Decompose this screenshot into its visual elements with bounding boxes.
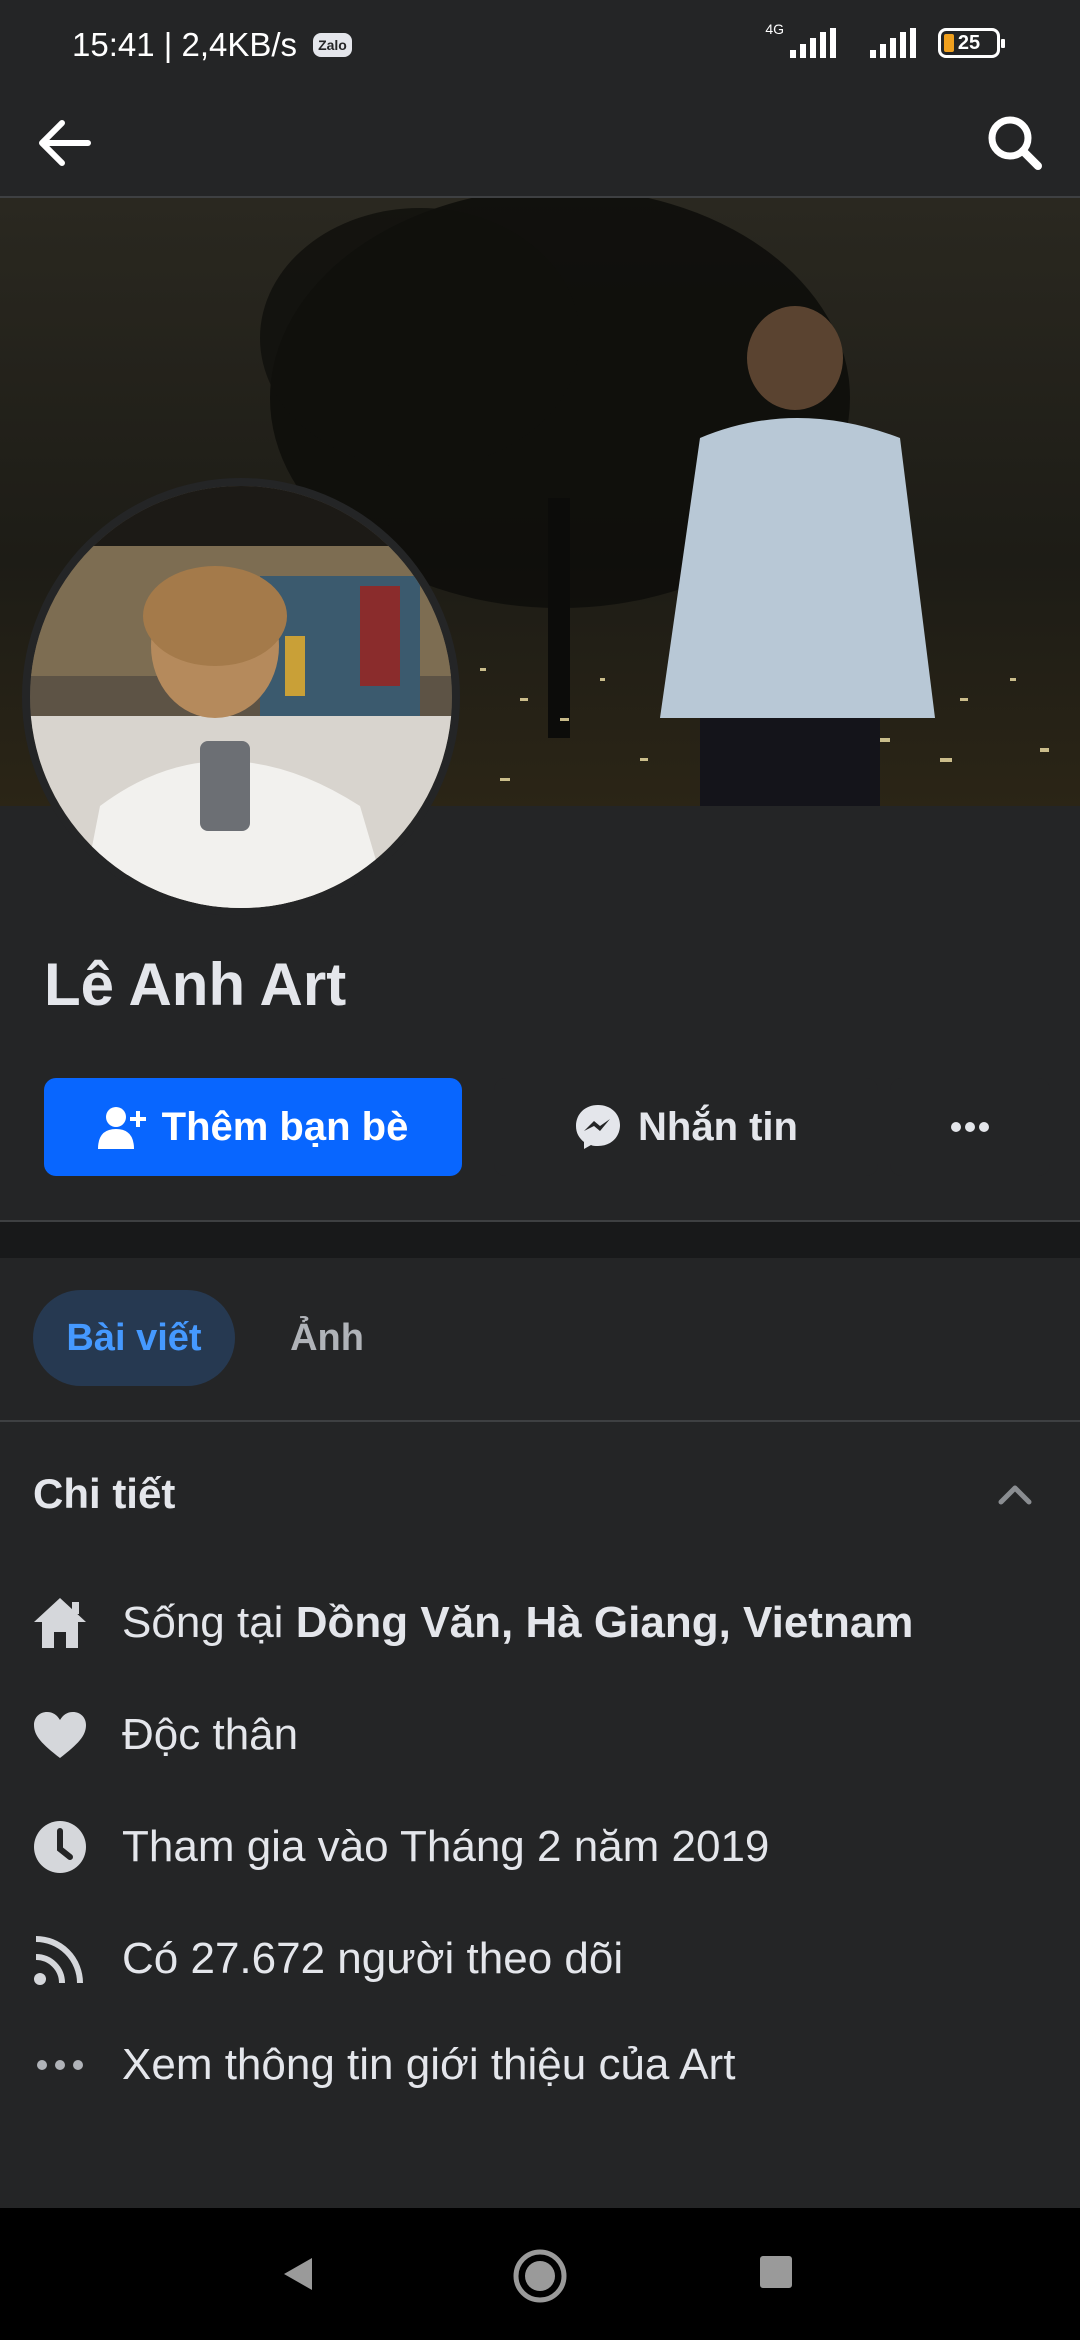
tabs-divider	[0, 1420, 1080, 1422]
messenger-icon	[576, 1105, 620, 1149]
battery-level: 25	[957, 31, 981, 54]
nav-back-icon[interactable]	[278, 2254, 318, 2294]
add-friend-label: Thêm bạn bè	[161, 1104, 409, 1149]
rss-icon	[30, 1929, 90, 1989]
add-friend-icon	[97, 1107, 146, 1149]
tab-posts[interactable]: Bài viết	[33, 1290, 235, 1386]
detail-followers-text: Có 27.672 người theo dõi	[122, 1934, 624, 1983]
detail-row-location: Sống tại Dồng Văn, Hà Giang, Vietnam	[0, 1578, 1080, 1668]
message-button[interactable]: Nhắn tin	[494, 1078, 878, 1176]
system-nav-bar	[0, 2208, 1080, 2340]
arrow-left-icon	[39, 120, 91, 166]
search-button[interactable]	[980, 108, 1050, 178]
search-icon	[988, 116, 1042, 170]
detail-joined-text: Tham gia vào Tháng 2 năm 2019	[122, 1822, 770, 1871]
avatar-image	[30, 486, 452, 908]
clock-icon	[30, 1817, 90, 1877]
detail-row-followers: Có 27.672 người theo dõi	[0, 1914, 1080, 2004]
nav-recents-icon[interactable]	[758, 2254, 794, 2290]
details-title: Chi tiết	[33, 1470, 176, 1517]
network-type: 4G	[765, 21, 784, 37]
status-indicators: 4G 25	[765, 21, 1005, 60]
detail-location-text: Sống tại Dồng Văn, Hà Giang, Vietnam	[122, 1598, 913, 1648]
message-label: Nhắn tin	[638, 1104, 798, 1149]
detail-relationship-text: Độc thân	[122, 1710, 299, 1759]
more-options-button[interactable]	[890, 1078, 1050, 1176]
top-bar	[0, 96, 1080, 198]
signal-icon-2	[870, 28, 916, 58]
status-time-speed: 15:41 | 2,4KB/s Zalo	[72, 26, 352, 64]
more-horizontal-icon	[951, 1122, 989, 1132]
nav-home-icon[interactable]	[512, 2248, 568, 2304]
battery-icon: 25	[938, 28, 1005, 58]
location-prefix: Sống tại	[122, 1598, 296, 1647]
chevron-up-icon	[998, 1485, 1032, 1505]
detail-row-relationship: Độc thân	[0, 1690, 1080, 1780]
detail-row-joined: Tham gia vào Tháng 2 năm 2019	[0, 1802, 1080, 1892]
add-friend-button[interactable]: Thêm bạn bè	[44, 1078, 462, 1176]
tab-photos[interactable]: Ảnh	[272, 1290, 382, 1386]
signal-icon	[790, 28, 836, 58]
heart-icon	[30, 1705, 90, 1765]
detail-see-about-text: Xem thông tin giới thiệu của Art	[122, 2040, 736, 2089]
location-value: Dồng Văn, Hà Giang, Vietnam	[295, 1598, 914, 1647]
more-dots-icon	[30, 2035, 90, 2095]
home-icon	[30, 1593, 90, 1653]
back-button[interactable]	[30, 108, 100, 178]
status-time: 15:41 | 2,4KB/s	[72, 26, 298, 63]
detail-row-see-about[interactable]: Xem thông tin giới thiệu của Art	[0, 2020, 1080, 2110]
collapse-details-button[interactable]	[995, 1480, 1035, 1510]
profile-name: Lê Anh Art	[44, 951, 347, 1018]
avatar[interactable]	[30, 486, 452, 908]
section-divider	[0, 1220, 1080, 1258]
zalo-notification-icon: Zalo	[313, 33, 352, 57]
